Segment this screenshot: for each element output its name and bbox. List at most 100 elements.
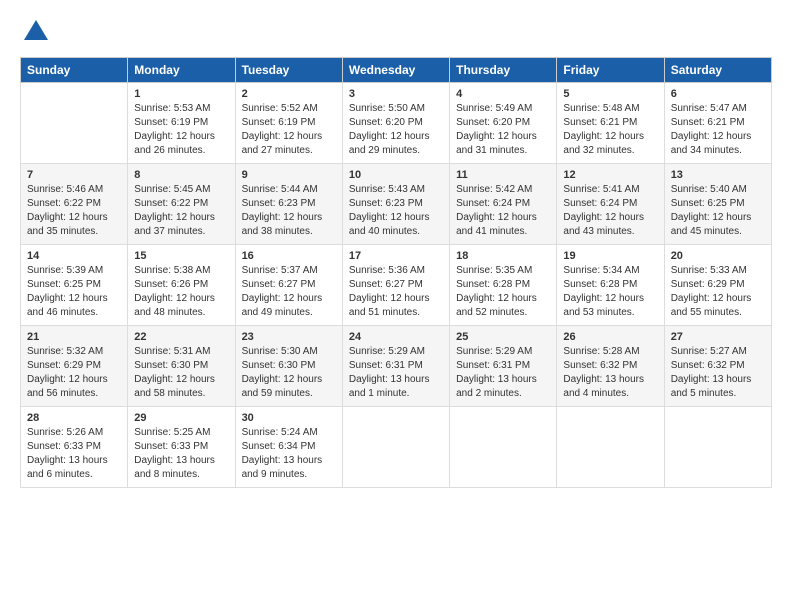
calendar-cell: 3 Sunrise: 5:50 AM Sunset: 6:20 PM Daylig…: [342, 83, 449, 164]
calendar-cell: 22 Sunrise: 5:31 AM Sunset: 6:30 PM Dayli…: [128, 326, 235, 407]
day-number: 19: [563, 250, 657, 262]
day-info: Sunrise: 5:39 AM Sunset: 6:25 PM Dayligh…: [27, 264, 121, 320]
week-row-3: 14 Sunrise: 5:39 AM Sunset: 6:25 PM Dayli…: [21, 245, 772, 326]
day-info: Sunrise: 5:43 AM Sunset: 6:23 PM Dayligh…: [349, 183, 443, 239]
day-number: 26: [563, 331, 657, 343]
day-info: Sunrise: 5:45 AM Sunset: 6:22 PM Dayligh…: [134, 183, 228, 239]
calendar-cell: [450, 407, 557, 488]
day-info: Sunrise: 5:38 AM Sunset: 6:26 PM Dayligh…: [134, 264, 228, 320]
day-number: 5: [563, 88, 657, 100]
calendar-cell: 15Sunrise: 5:38 AM Sunset: 6:26 PM Dayli…: [128, 245, 235, 326]
day-number: 27: [671, 331, 765, 343]
day-info: Sunrise: 5:44 AM Sunset: 6:23 PM Dayligh…: [242, 183, 336, 239]
day-number: 12: [563, 169, 657, 181]
calendar-cell: 28 Sunrise: 5:26 AM Sunset: 6:33 PM Dayli…: [21, 407, 128, 488]
day-header-tuesday: Tuesday: [235, 58, 342, 83]
day-info: Sunrise: 5:41 AM Sunset: 6:24 PM Dayligh…: [563, 183, 657, 239]
day-header-saturday: Saturday: [664, 58, 771, 83]
logo-icon: [22, 18, 50, 46]
calendar-cell: 16Sunrise: 5:37 AM Sunset: 6:27 PM Dayli…: [235, 245, 342, 326]
calendar-cell: 14 Sunrise: 5:39 AM Sunset: 6:25 PM Dayli…: [21, 245, 128, 326]
day-number: 2: [242, 88, 336, 100]
day-info: Sunrise: 5:25 AM Sunset: 6:33 PM Dayligh…: [134, 426, 228, 482]
calendar-cell: 23Sunrise: 5:30 AM Sunset: 6:30 PM Dayli…: [235, 326, 342, 407]
page: SundayMondayTuesdayWednesdayThursdayFrid…: [0, 0, 792, 500]
day-header-sunday: Sunday: [21, 58, 128, 83]
day-info: Sunrise: 5:35 AM Sunset: 6:28 PM Dayligh…: [456, 264, 550, 320]
day-info: Sunrise: 5:26 AM Sunset: 6:33 PM Dayligh…: [27, 426, 121, 482]
calendar-cell: 5Sunrise: 5:48 AM Sunset: 6:21 PM Daylig…: [557, 83, 664, 164]
day-info: Sunrise: 5:49 AM Sunset: 6:20 PM Dayligh…: [456, 102, 550, 158]
calendar-cell: 30Sunrise: 5:24 AM Sunset: 6:34 PM Dayli…: [235, 407, 342, 488]
day-info: Sunrise: 5:29 AM Sunset: 6:31 PM Dayligh…: [456, 345, 550, 401]
day-info: Sunrise: 5:29 AM Sunset: 6:31 PM Dayligh…: [349, 345, 443, 401]
day-info: Sunrise: 5:47 AM Sunset: 6:21 PM Dayligh…: [671, 102, 765, 158]
day-number: 21: [27, 331, 121, 343]
day-info: Sunrise: 5:34 AM Sunset: 6:28 PM Dayligh…: [563, 264, 657, 320]
calendar-cell: 17 Sunrise: 5:36 AM Sunset: 6:27 PM Dayli…: [342, 245, 449, 326]
calendar-cell: 26 Sunrise: 5:28 AM Sunset: 6:32 PM Dayli…: [557, 326, 664, 407]
day-header-friday: Friday: [557, 58, 664, 83]
day-info: Sunrise: 5:52 AM Sunset: 6:19 PM Dayligh…: [242, 102, 336, 158]
day-number: 25: [456, 331, 550, 343]
calendar-cell: 6 Sunrise: 5:47 AM Sunset: 6:21 PM Daylig…: [664, 83, 771, 164]
calendar-cell: [342, 407, 449, 488]
calendar-cell: [21, 83, 128, 164]
day-number: 23: [242, 331, 336, 343]
day-number: 17: [349, 250, 443, 262]
day-info: Sunrise: 5:33 AM Sunset: 6:29 PM Dayligh…: [671, 264, 765, 320]
calendar-cell: [664, 407, 771, 488]
week-row-2: 7 Sunrise: 5:46 AM Sunset: 6:22 PM Daylig…: [21, 164, 772, 245]
day-number: 3: [349, 88, 443, 100]
day-number: 24: [349, 331, 443, 343]
day-info: Sunrise: 5:42 AM Sunset: 6:24 PM Dayligh…: [456, 183, 550, 239]
calendar-cell: 4 Sunrise: 5:49 AM Sunset: 6:20 PM Daylig…: [450, 83, 557, 164]
calendar-cell: 20 Sunrise: 5:33 AM Sunset: 6:29 PM Dayli…: [664, 245, 771, 326]
calendar-cell: 10 Sunrise: 5:43 AM Sunset: 6:23 PM Dayli…: [342, 164, 449, 245]
day-number: 22: [134, 331, 228, 343]
day-number: 14: [27, 250, 121, 262]
week-row-4: 21Sunrise: 5:32 AM Sunset: 6:29 PM Dayli…: [21, 326, 772, 407]
calendar-table: SundayMondayTuesdayWednesdayThursdayFrid…: [20, 57, 772, 488]
calendar-cell: 29 Sunrise: 5:25 AM Sunset: 6:33 PM Dayli…: [128, 407, 235, 488]
day-number: 13: [671, 169, 765, 181]
day-number: 6: [671, 88, 765, 100]
calendar-cell: 7 Sunrise: 5:46 AM Sunset: 6:22 PM Daylig…: [21, 164, 128, 245]
day-number: 10: [349, 169, 443, 181]
calendar-cell: 11 Sunrise: 5:42 AM Sunset: 6:24 PM Dayli…: [450, 164, 557, 245]
header: [20, 18, 772, 51]
day-number: 18: [456, 250, 550, 262]
day-number: 9: [242, 169, 336, 181]
day-number: 20: [671, 250, 765, 262]
day-number: 29: [134, 412, 228, 424]
calendar-cell: 9 Sunrise: 5:44 AM Sunset: 6:23 PM Daylig…: [235, 164, 342, 245]
calendar-cell: 27 Sunrise: 5:27 AM Sunset: 6:32 PM Dayli…: [664, 326, 771, 407]
day-info: Sunrise: 5:28 AM Sunset: 6:32 PM Dayligh…: [563, 345, 657, 401]
week-row-5: 28 Sunrise: 5:26 AM Sunset: 6:33 PM Dayli…: [21, 407, 772, 488]
calendar-cell: [557, 407, 664, 488]
day-header-wednesday: Wednesday: [342, 58, 449, 83]
logo-text: [20, 18, 50, 51]
day-number: 11: [456, 169, 550, 181]
day-info: Sunrise: 5:24 AM Sunset: 6:34 PM Dayligh…: [242, 426, 336, 482]
calendar-header-row: SundayMondayTuesdayWednesdayThursdayFrid…: [21, 58, 772, 83]
day-info: Sunrise: 5:50 AM Sunset: 6:20 PM Dayligh…: [349, 102, 443, 158]
calendar-cell: 25 Sunrise: 5:29 AM Sunset: 6:31 PM Dayli…: [450, 326, 557, 407]
calendar-cell: 18 Sunrise: 5:35 AM Sunset: 6:28 PM Dayli…: [450, 245, 557, 326]
logo: [20, 18, 50, 51]
day-info: Sunrise: 5:36 AM Sunset: 6:27 PM Dayligh…: [349, 264, 443, 320]
calendar-cell: 21Sunrise: 5:32 AM Sunset: 6:29 PM Dayli…: [21, 326, 128, 407]
day-info: Sunrise: 5:53 AM Sunset: 6:19 PM Dayligh…: [134, 102, 228, 158]
calendar-cell: 2 Sunrise: 5:52 AM Sunset: 6:19 PM Daylig…: [235, 83, 342, 164]
calendar-cell: 24 Sunrise: 5:29 AM Sunset: 6:31 PM Dayli…: [342, 326, 449, 407]
day-info: Sunrise: 5:31 AM Sunset: 6:30 PM Dayligh…: [134, 345, 228, 401]
day-info: Sunrise: 5:46 AM Sunset: 6:22 PM Dayligh…: [27, 183, 121, 239]
day-number: 4: [456, 88, 550, 100]
day-info: Sunrise: 5:27 AM Sunset: 6:32 PM Dayligh…: [671, 345, 765, 401]
day-number: 7: [27, 169, 121, 181]
day-header-thursday: Thursday: [450, 58, 557, 83]
day-info: Sunrise: 5:37 AM Sunset: 6:27 PM Dayligh…: [242, 264, 336, 320]
calendar-cell: 12 Sunrise: 5:41 AM Sunset: 6:24 PM Dayli…: [557, 164, 664, 245]
calendar-body: 1Sunrise: 5:53 AM Sunset: 6:19 PM Daylig…: [21, 83, 772, 488]
day-number: 28: [27, 412, 121, 424]
